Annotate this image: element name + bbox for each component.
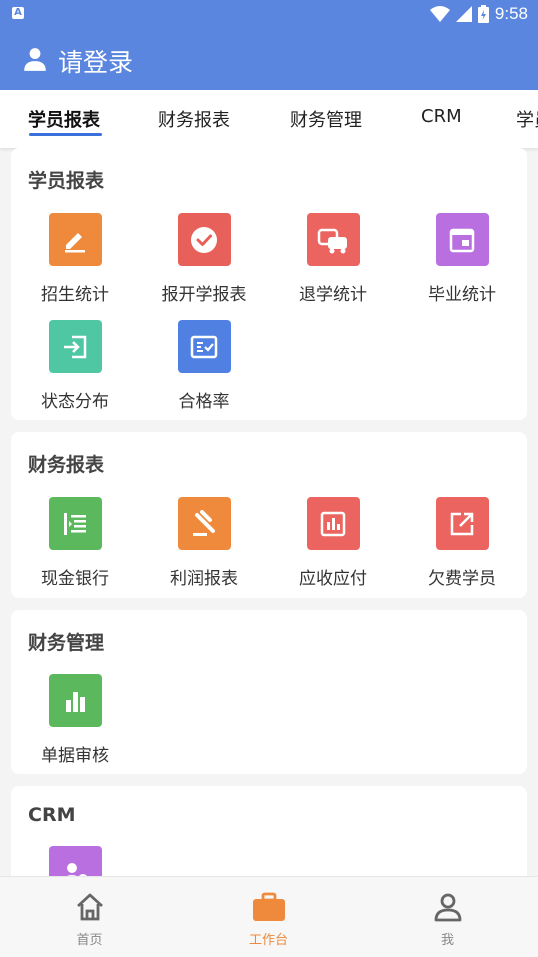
section-crm: CRM: [11, 786, 527, 899]
bottom-navigation: 首页 工作台 我: [0, 876, 538, 957]
section-title: 财务管理: [28, 632, 105, 654]
receivables-payables-button[interactable]: 应收应付: [269, 497, 397, 589]
term-start-report-button[interactable]: 报开学报表: [140, 213, 268, 305]
person-icon: [434, 893, 461, 922]
document-review-button[interactable]: 单据审核: [11, 674, 139, 766]
status-bar: A 9:58: [0, 0, 538, 28]
withdrawal-stats-button[interactable]: 退学统计: [269, 213, 397, 305]
check-circle-icon: [177, 213, 231, 266]
graduation-stats-button[interactable]: 毕业统计: [398, 213, 526, 305]
home-icon: [76, 893, 103, 921]
section-title: 学员报表: [28, 170, 105, 192]
briefcase-icon: [252, 892, 285, 921]
bar-chart-icon: [48, 674, 102, 727]
section-title: 财务报表: [28, 454, 105, 476]
login-arrow-icon: [48, 320, 102, 373]
battery-icon: [477, 5, 489, 23]
notification-icon: A: [12, 7, 24, 19]
section-finance-management: 财务管理 单据审核: [11, 610, 527, 774]
wifi-icon: [429, 6, 450, 22]
clock: 9:58: [494, 4, 528, 23]
edit-icon: [48, 213, 102, 266]
arrears-students-button[interactable]: 欠费学员: [398, 497, 526, 589]
section-student-reports: 学员报表 招生统计 报开学报表 退学统计 毕业统计 状态分布 合格率: [11, 148, 527, 420]
user-icon: [24, 48, 46, 71]
active-tab-indicator: [29, 133, 102, 136]
login-prompt[interactable]: 请登录: [58, 43, 133, 79]
bar-chart-box-icon: [306, 497, 360, 550]
tab-crm[interactable]: CRM: [421, 106, 462, 127]
indent-list-icon: [48, 497, 102, 550]
nav-home[interactable]: 首页: [0, 877, 179, 957]
nav-workbench[interactable]: 工作台: [179, 877, 358, 957]
category-tabs: 学员报表 财务报表 财务管理 CRM 学员: [0, 90, 538, 148]
status-distribution-button[interactable]: 状态分布: [11, 320, 139, 412]
pass-rate-button[interactable]: 合格率: [140, 320, 268, 412]
enrollment-stats-button[interactable]: 招生统计: [11, 213, 139, 305]
nav-me[interactable]: 我: [358, 877, 537, 957]
tab-student-more[interactable]: 学员: [516, 106, 538, 132]
tab-finance-reports[interactable]: 财务报表: [158, 106, 230, 132]
section-title: CRM: [28, 804, 76, 826]
signal-icon: [455, 6, 472, 22]
section-finance-reports: 财务报表 现金银行 利润报表 应收应付 欠费学员: [11, 432, 527, 598]
cash-bank-button[interactable]: 现金银行: [11, 497, 139, 589]
tab-finance-management[interactable]: 财务管理: [290, 106, 362, 132]
gavel-icon: [177, 497, 231, 550]
external-link-icon: [435, 497, 489, 550]
tab-student-reports[interactable]: 学员报表: [28, 106, 100, 132]
profit-report-button[interactable]: 利润报表: [140, 497, 268, 589]
calendar-icon: [435, 213, 489, 266]
vehicles-icon: [306, 213, 360, 266]
checklist-icon: [177, 320, 231, 373]
app-header[interactable]: 请登录: [0, 28, 538, 90]
